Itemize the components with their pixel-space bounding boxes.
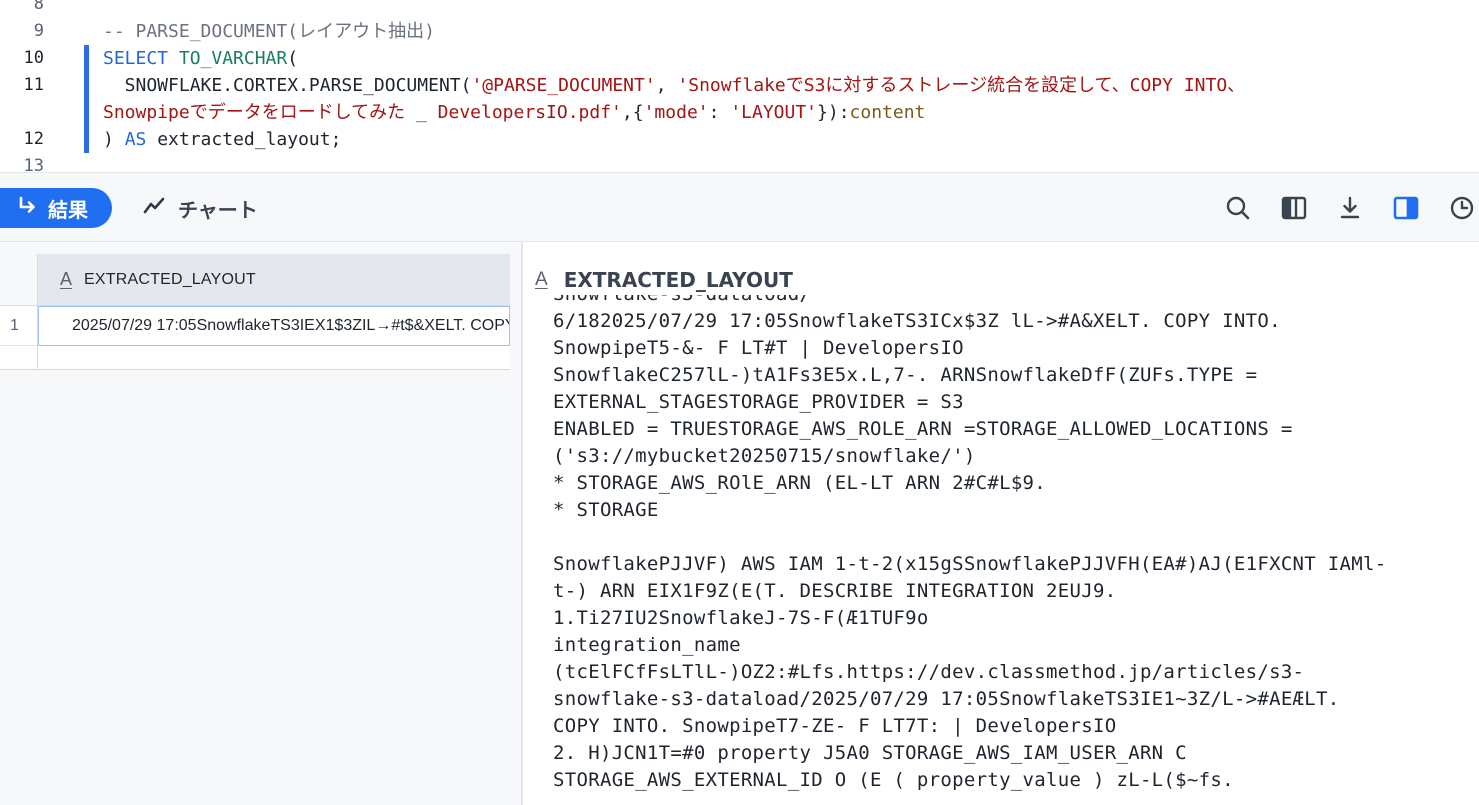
tab-chart-label: チャート [178,197,258,222]
code-text: ) AS extracted_layout; [103,126,341,153]
line-number: 11 [23,75,44,95]
code-token: SNOWFLAKE.CORTEX.PARSE_DOCUMENT( [103,75,472,96]
code-token: 'mode' [643,102,709,123]
code-token: AS [124,129,147,150]
code-token: ( [287,48,299,69]
line-number: 9 [33,21,44,41]
code-line[interactable]: 11 SNOWFLAKE.CORTEX.PARSE_DOCUMENT('@PAR… [0,72,1479,99]
detail-line: SnowflakePJJVF) AWS IAM 1-t-2(x15gSSnowf… [553,553,1387,575]
detail-line: ('s3://mybucket20250715/snowflake/') [553,445,976,467]
history-icon[interactable] [1448,194,1476,222]
column-header-extracted-layout[interactable]: A EXTRACTED_LAYOUT [38,254,510,306]
code-token: TO_VARCHAR [178,48,288,69]
columns-icon[interactable] [1280,194,1308,222]
code-text: -- PARSE_DOCUMENT(レイアウト抽出) [103,18,435,45]
search-icon[interactable] [1224,194,1252,222]
sql-editor[interactable]: 8 9 -- PARSE_DOCUMENT(レイアウト抽出) 10 SELECT TO_… [0,0,1479,172]
text-type-icon: A [60,269,73,289]
detail-line: (tcElFCfFsLTlL-)OZ2:#Lfs.https://dev.cla… [553,661,1305,683]
code-token: 'SnowflakeでS3に対するストレージ統合を設定して、COPY INTO、 [677,75,1246,96]
code-token: 'LAYOUT' [730,102,818,123]
code-token: '@PARSE_DOCUMENT' [471,75,656,96]
code-token: }): [817,102,850,123]
code-text: SELECT TO_VARCHAR( [103,45,298,72]
column-header-label: EXTRACTED_LAYOUT [84,270,256,288]
tab-chart[interactable]: チャート [142,188,258,228]
detail-line [553,524,1473,551]
detail-content[interactable]: Snowflake-s3-dataload/6/182025/07/29 17:… [553,295,1473,805]
tab-results-label: 結果 [48,197,88,222]
code-token: : [708,102,731,123]
row-index-empty [0,346,38,370]
code-token: SELECT [103,48,179,69]
detail-line: integration_name [553,634,741,656]
code-line[interactable]: 8 [0,0,1479,18]
detail-line: EXTERNAL_STAGESTORAGE_PROVIDER = S3 [553,391,964,413]
detail-line: t-) ARN EIX1F9Z(E(T. DESCRIBE INTEGRATIO… [553,580,1117,602]
code-token: content [849,102,926,123]
table-cell-empty [38,346,510,370]
detail-line: Snowflake-s3-dataload/ [553,295,1473,308]
detail-title: EXTRACTED_LAYOUT [563,268,793,292]
cell-detail-panel: A EXTRACTED_LAYOUT Snowflake-s3-dataload… [523,242,1479,805]
row-index: 1 [0,306,38,346]
code-token: , [655,75,678,96]
code-line[interactable]: 10 SELECT TO_VARCHAR( [0,45,1479,72]
code-token: -- PARSE_DOCUMENT(レイアウト抽出) [103,21,435,42]
line-number: 10 [23,48,44,68]
code-line[interactable]: Snowpipeでデータをロードしてみた _ DevelopersIO.pdf'… [0,99,1479,126]
code-line[interactable]: 9 -- PARSE_DOCUMENT(レイアウト抽出) [0,18,1479,45]
line-number: 13 [23,156,44,172]
detail-line: ENABLED = TRUESTORAGE_AWS_ROLE_ARN =STOR… [553,418,1293,440]
code-token: ) [103,129,125,150]
detail-line: 1.Ti27IU2SnowflakeJ-7S-F(Æ1TUF9o [553,607,929,629]
row-index-header [0,254,38,306]
detail-line: 2. H)JCN1T=#0 property J5A0 STORAGE_AWS_… [553,742,1187,764]
detail-line: STORAGE_AWS_EXTERNAL_ID O (E ( property_… [553,769,1234,791]
table-cell[interactable]: 2025/07/29 17:05SnowflakeTS3IEX1$3ZIL→#t… [38,306,510,346]
line-number: 8 [33,0,44,14]
detail-line: snowflake-s3-dataload/2025/07/29 17:05Sn… [553,688,1340,710]
download-icon[interactable] [1336,194,1364,222]
code-line[interactable]: 12) AS extracted_layout; [0,126,1479,153]
results-toolbar: 結果 チャート [0,172,1479,242]
line-chart-icon [142,195,166,222]
code-token: ,{ [621,102,644,123]
return-arrow-icon [16,195,38,222]
tab-results[interactable]: 結果 [0,188,112,228]
detail-line: SnowpipeT5-&- F LT#T | DevelopersIO [553,337,964,359]
code-token: Snowpipeでデータをロードしてみた _ DevelopersIO.pdf' [103,102,622,123]
text-type-icon: A [535,269,548,290]
split-panel-icon[interactable] [1392,194,1420,222]
detail-line: COPY INTO. SnowpipeT7-ZE- F LT7T: | Deve… [553,715,1117,737]
detail-header: A EXTRACTED_LAYOUT [535,268,793,292]
code-token: extracted_layout; [146,129,342,150]
detail-line: 6/182025/07/29 17:05SnowflakeTS3ICx$3Z l… [553,310,1281,332]
detail-line: SnowflakeC257lL-)tA1Fs3E5x.L,7-. ARNSnow… [553,364,1258,386]
detail-line: * STORAGE [553,499,659,521]
code-line[interactable]: 13 [0,153,1479,172]
code-text: Snowpipeでデータをロードしてみた _ DevelopersIO.pdf'… [103,99,925,126]
results-grid: A EXTRACTED_LAYOUT 1 2025/07/29 17:05Sno… [0,242,522,805]
detail-line: * STORAGE_AWS_ROlE_ARN (EL-LT ARN 2#C#L$… [553,472,1047,494]
line-number: 12 [23,129,44,149]
code-text: SNOWFLAKE.CORTEX.PARSE_DOCUMENT('@PARSE_… [103,72,1246,99]
